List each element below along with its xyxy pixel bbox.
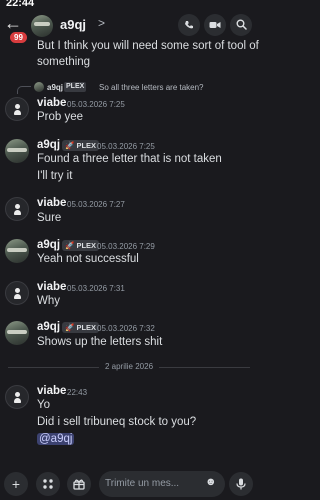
avatar[interactable] — [5, 139, 29, 163]
avatar[interactable] — [5, 197, 29, 221]
message-text: I'll try it — [37, 170, 73, 182]
reply-author[interactable]: a9qj — [47, 83, 63, 92]
avatar[interactable] — [5, 239, 29, 263]
unread-badge: 99 — [9, 31, 28, 44]
reply-avatar — [34, 82, 44, 92]
emoji-icon[interactable]: ☻ — [205, 476, 217, 488]
message-text: But I think you will need some sort of t… — [37, 40, 259, 52]
message-timestamp: 05.03.2026 7:32 — [97, 324, 155, 333]
tag-badge: 🚀 PLEX — [62, 322, 100, 333]
message-text: Prob yee — [37, 111, 84, 123]
message-text: Why — [37, 295, 60, 307]
message-text: Yeah not successful — [37, 253, 139, 265]
chat-header: ← 99 a9qj > — [0, 10, 258, 44]
message-author[interactable]: viabe — [37, 385, 66, 397]
message-timestamp: 05.03.2026 7:25 — [67, 100, 125, 109]
tag-label: PLEX — [76, 241, 97, 250]
user-mention[interactable]: @a9qj — [37, 433, 75, 445]
reply-tag: PLEX — [64, 82, 87, 92]
message-author[interactable]: a9qj — [37, 139, 60, 151]
avatar[interactable] — [31, 15, 53, 37]
apps-icon[interactable] — [36, 472, 60, 496]
message-text: something — [37, 56, 91, 68]
message-author[interactable]: viabe — [37, 197, 66, 209]
tag-badge: 🚀 PLEX — [62, 140, 100, 151]
microphone-icon[interactable] — [229, 472, 253, 496]
tag-badge: 🚀 PLEX — [62, 240, 100, 251]
message-text: Sure — [37, 212, 62, 224]
message-timestamp: 05.03.2026 7:29 — [97, 242, 155, 251]
video-icon[interactable] — [204, 14, 226, 36]
message-author[interactable]: a9qj — [37, 321, 60, 333]
date-divider-label: 2 aprilie 2026 — [98, 362, 160, 371]
message-timestamp: 22:43 — [67, 388, 88, 397]
message-author[interactable]: a9qj — [37, 239, 60, 251]
reply-connector — [17, 86, 31, 94]
chevron-right-icon[interactable]: > — [98, 16, 105, 30]
avatar[interactable] — [5, 385, 29, 409]
gift-icon[interactable] — [67, 472, 91, 496]
tag-label: PLEX — [76, 323, 97, 332]
avatar[interactable] — [5, 321, 29, 345]
message-text: Yo — [37, 399, 51, 411]
search-icon[interactable] — [230, 14, 252, 36]
plus-icon[interactable]: + — [4, 472, 28, 496]
chat-title[interactable]: a9qj — [60, 17, 86, 32]
tag-label: PLEX — [76, 141, 97, 150]
reply-preview[interactable]: So all three letters are taken? — [99, 83, 204, 92]
avatar[interactable] — [5, 281, 29, 305]
message-timestamp: 05.03.2026 7:25 — [97, 142, 155, 151]
back-arrow-icon[interactable]: ← — [4, 14, 22, 32]
message-composer: + Trimite un mes... ☻ — [0, 468, 258, 500]
message-text: Shows up the letters shit — [37, 336, 163, 348]
message-timestamp: 05.03.2026 7:31 — [67, 284, 125, 293]
message-text: Did i sell tribuneq stock to you? — [37, 416, 197, 428]
message-author[interactable]: viabe — [37, 281, 66, 293]
message-timestamp: 05.03.2026 7:27 — [67, 200, 125, 209]
phone-icon[interactable] — [178, 14, 200, 36]
avatar[interactable] — [5, 97, 29, 121]
status-time: 22:44 — [6, 0, 35, 9]
message-author[interactable]: viabe — [37, 97, 66, 109]
message-text: Found a three letter that is not taken — [37, 153, 222, 165]
